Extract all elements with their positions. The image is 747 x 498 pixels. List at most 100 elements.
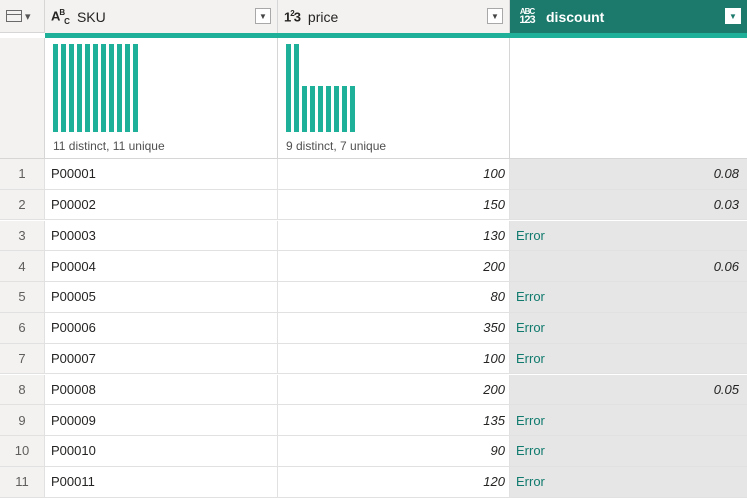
distribution-bar <box>334 86 339 132</box>
cell-price[interactable]: 130 <box>278 220 510 251</box>
cell-sku[interactable]: P00003 <box>45 220 278 251</box>
error-link[interactable]: Error <box>510 289 545 304</box>
row-number: 8 <box>0 374 45 405</box>
column-profile-price: 9 distinct, 7 unique <box>278 38 510 159</box>
table-icon <box>6 10 22 22</box>
cell-sku[interactable]: P00008 <box>45 374 278 405</box>
column-name: price <box>307 8 339 25</box>
error-link[interactable]: Error <box>510 474 545 489</box>
row-number: 7 <box>0 343 45 374</box>
cell-sku[interactable]: P00007 <box>45 343 278 374</box>
distribution-chart <box>286 44 355 132</box>
distribution-bar <box>133 44 138 132</box>
cell-price[interactable]: 200 <box>278 251 510 281</box>
cell-sku[interactable]: P00002 <box>45 189 278 220</box>
profile-corner <box>0 38 45 159</box>
cell-sku[interactable]: P00001 <box>45 159 278 189</box>
cell-sku[interactable]: P00011 <box>45 467 278 497</box>
row-number: 11 <box>0 467 45 497</box>
distinct-stat: 11 distinct, 11 unique <box>53 139 165 153</box>
cell-price[interactable]: 350 <box>278 313 510 343</box>
number-type-icon: 123 <box>284 8 301 25</box>
distribution-bar <box>294 44 299 132</box>
distribution-bar <box>101 44 106 132</box>
column-header-price[interactable]: 123 price ▼ <box>278 0 510 33</box>
filter-dropdown-button[interactable]: ▼ <box>487 8 503 24</box>
table-row[interactable]: 9 P00009 135 Error <box>0 405 747 436</box>
table-row[interactable]: 8 P00008 200 0.05 <box>0 374 747 406</box>
cell-discount[interactable]: 0.06 <box>510 251 747 281</box>
cell-discount[interactable]: Error <box>510 220 747 251</box>
cell-sku[interactable]: P00005 <box>45 282 278 312</box>
error-link[interactable]: Error <box>510 443 545 458</box>
table-row[interactable]: 6 P00006 350 Error <box>0 313 747 344</box>
column-profile-discount <box>510 38 747 159</box>
cell-sku[interactable]: P00004 <box>45 251 278 281</box>
cell-discount[interactable]: Error <box>510 282 747 312</box>
distribution-bar <box>53 44 58 132</box>
distribution-bar <box>342 86 347 132</box>
error-link[interactable]: Error <box>510 228 545 243</box>
row-number: 6 <box>0 313 45 343</box>
table-row[interactable]: 10 P00010 90 Error <box>0 436 747 467</box>
error-link[interactable]: Error <box>510 320 545 335</box>
discount-value: 0.05 <box>713 381 739 397</box>
distribution-bar <box>77 44 82 132</box>
row-number: 9 <box>0 405 45 435</box>
cell-price[interactable]: 100 <box>278 343 510 374</box>
data-grid: ▾ ABC SKU ▼ 123 price ▼ ABC 123 discount … <box>0 0 747 498</box>
row-number: 3 <box>0 220 45 251</box>
cell-price[interactable]: 150 <box>278 189 510 220</box>
distribution-bar <box>326 86 331 132</box>
distribution-bar <box>85 44 90 132</box>
table-row[interactable]: 5 P00005 80 Error <box>0 282 747 313</box>
distribution-bar <box>69 44 74 132</box>
cell-price[interactable]: 90 <box>278 436 510 466</box>
cell-discount[interactable]: Error <box>510 436 747 466</box>
distribution-chart <box>53 44 138 132</box>
error-link[interactable]: Error <box>510 413 545 428</box>
column-header-sku[interactable]: ABC SKU ▼ <box>45 0 278 33</box>
filter-dropdown-button[interactable]: ▼ <box>725 8 741 24</box>
distribution-bar <box>302 86 307 132</box>
distribution-bar <box>310 86 315 132</box>
table-row[interactable]: 2 P00002 150 0.03 <box>0 189 747 221</box>
cell-discount[interactable]: Error <box>510 467 747 497</box>
table-row[interactable]: 3 P00003 130 Error <box>0 220 747 252</box>
cell-discount[interactable]: Error <box>510 405 747 435</box>
cell-price[interactable]: 100 <box>278 159 510 189</box>
cell-sku[interactable]: P00006 <box>45 313 278 343</box>
distribution-bar <box>109 44 114 132</box>
distribution-bar <box>93 44 98 132</box>
cell-discount[interactable]: 0.03 <box>510 189 747 220</box>
distribution-bar <box>125 44 130 132</box>
cell-sku[interactable]: P00009 <box>45 405 278 435</box>
distribution-bar <box>350 86 355 132</box>
column-header-discount[interactable]: ABC 123 discount ▼ <box>510 0 747 33</box>
cell-price[interactable]: 200 <box>278 374 510 405</box>
cell-sku[interactable]: P00010 <box>45 436 278 466</box>
cell-price[interactable]: 135 <box>278 405 510 435</box>
cell-discount[interactable]: 0.08 <box>510 159 747 189</box>
table-row[interactable]: 4 P00004 200 0.06 <box>0 251 747 282</box>
column-profile-sku: 11 distinct, 11 unique <box>45 38 278 159</box>
table-row[interactable]: 11 P00011 120 Error <box>0 467 747 498</box>
distribution-bar <box>286 44 291 132</box>
distinct-stat: 9 distinct, 7 unique <box>286 139 387 153</box>
distribution-bar <box>318 86 323 132</box>
chevron-down-icon: ▾ <box>25 10 31 23</box>
table-row[interactable]: 7 P00007 100 Error <box>0 343 747 375</box>
cell-price[interactable]: 80 <box>278 282 510 312</box>
discount-value: 0.03 <box>713 197 739 213</box>
table-row[interactable]: 1 P00001 100 0.08 <box>0 159 747 190</box>
row-number: 10 <box>0 436 45 466</box>
cell-discount[interactable]: Error <box>510 313 747 343</box>
cell-discount[interactable]: Error <box>510 343 747 374</box>
filter-dropdown-button[interactable]: ▼ <box>255 8 271 24</box>
table-menu-button[interactable]: ▾ <box>0 0 45 33</box>
error-link[interactable]: Error <box>510 351 545 366</box>
row-number: 5 <box>0 282 45 312</box>
cell-price[interactable]: 120 <box>278 467 510 497</box>
cell-discount[interactable]: 0.05 <box>510 374 747 405</box>
distribution-bar <box>117 44 122 132</box>
